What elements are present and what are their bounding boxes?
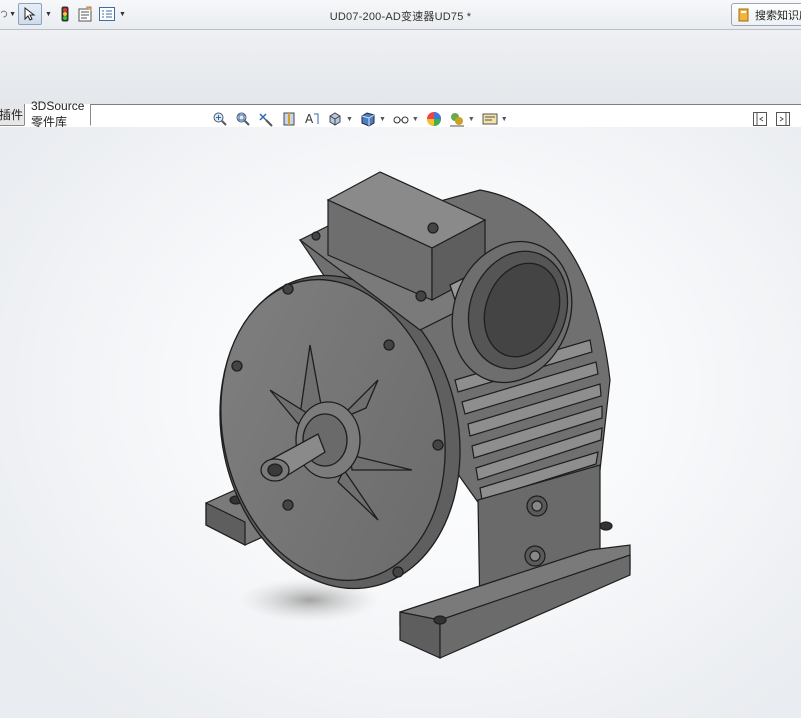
book-icon <box>738 8 749 21</box>
display-style-icon <box>361 112 375 127</box>
hide-show-items-button[interactable] <box>392 110 410 128</box>
split-left-icon <box>753 112 767 126</box>
edit-appearance-button[interactable] <box>425 110 443 128</box>
chevron-down-icon[interactable]: ▼ <box>412 116 419 123</box>
gear-reducer-model[interactable] <box>0 127 801 718</box>
search-label: 搜索知识库 <box>755 9 801 22</box>
document-title: UD07-200-AD变速器UD75 * <box>329 11 472 23</box>
chevron-down-icon[interactable]: ▼ <box>346 116 353 123</box>
view-orientation-button[interactable] <box>326 110 344 128</box>
section-view-button[interactable] <box>280 110 298 128</box>
title-bar: ▼ ▼ ▼ UD07-200-AD变速器UD75 * 搜索知识库 <box>0 0 801 30</box>
zoom-to-fit-button[interactable] <box>211 110 229 128</box>
zoom-to-area-button[interactable] <box>234 110 252 128</box>
expand-view-button[interactable] <box>776 112 790 126</box>
previous-view-icon <box>259 113 273 127</box>
tab-3dsource[interactable]: 3DSource零件库 <box>24 99 92 129</box>
hide-show-items-icon <box>393 116 409 124</box>
view-settings-icon <box>482 113 498 125</box>
command-manager <box>0 30 801 105</box>
section-view-icon <box>283 112 295 126</box>
chevron-down-icon[interactable]: ▼ <box>468 116 475 123</box>
view-orientation-icon <box>329 112 341 126</box>
apply-scene-icon <box>449 113 464 127</box>
view-settings-button[interactable] <box>481 110 499 128</box>
tab-label: 3DSource零件库 <box>31 99 85 129</box>
chevron-down-icon[interactable]: ▼ <box>501 116 508 123</box>
edit-appearance-icon <box>426 112 441 126</box>
svg-text:A: A <box>305 112 314 126</box>
dynamic-annotation-icon: A <box>305 112 319 126</box>
previous-view-button[interactable] <box>257 110 275 128</box>
search-knowledge-base[interactable]: 搜索知识库 <box>731 3 801 26</box>
chevron-down-icon[interactable]: ▼ <box>379 116 386 123</box>
split-view-button[interactable] <box>753 112 767 126</box>
zoom-to-fit-icon <box>213 112 227 126</box>
zoom-to-area-icon <box>236 112 250 126</box>
dynamic-annotation-button[interactable]: A <box>303 110 321 128</box>
heads-up-view-toolbar: A ▼ ▼ ▼ ▼ ▼ <box>211 110 514 128</box>
display-style-button[interactable] <box>359 110 377 128</box>
split-right-icon <box>776 112 790 126</box>
tab-label: 插件 <box>0 108 24 122</box>
apply-scene-button[interactable] <box>448 110 466 128</box>
